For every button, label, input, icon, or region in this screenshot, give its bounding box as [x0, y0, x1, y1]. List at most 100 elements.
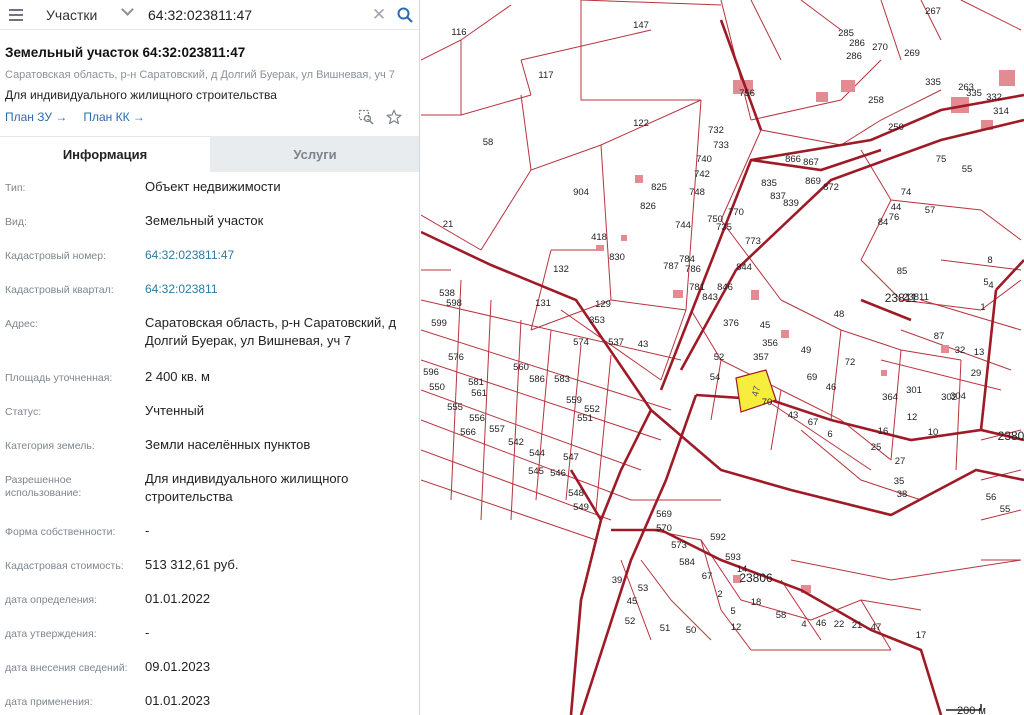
parcel-label: 10 [928, 427, 939, 438]
parcel-label: 84 [878, 217, 889, 228]
parcel-label: 270 [872, 42, 888, 53]
parcel-label: 732 [708, 125, 724, 136]
attribute-value: Учтенный [145, 403, 205, 418]
attribute-link[interactable]: 64:32:023811 [145, 280, 410, 298]
parcel-label: 843 [702, 292, 718, 303]
parcel-label: 557 [489, 424, 505, 435]
tab-information[interactable]: Информация [0, 136, 210, 172]
parcel-label: 773 [745, 236, 761, 247]
parcel-label: 55 [962, 164, 973, 175]
parcel-label: 16 [878, 426, 889, 437]
parcel-label: 122 [633, 118, 649, 129]
info-panel: Участки ✕ Земельный участок 64:32:023811… [0, 0, 420, 715]
layer-select[interactable]: Участки [32, 0, 134, 30]
parcel-label: 353 [589, 315, 605, 326]
attribute-label: Кадастровая стоимость: [5, 560, 124, 572]
scale-label: 200 м [957, 705, 986, 715]
parcel-label: 593 [725, 552, 741, 563]
zoom-to-icon[interactable] [357, 108, 375, 126]
parcel-label: 904 [573, 187, 589, 198]
attribute-value: 01.01.2023 [145, 693, 211, 708]
quarter-boundary [995, 259, 1024, 291]
parcel-label: 72 [845, 357, 856, 368]
parcel-label: 846 [717, 282, 733, 293]
parcel-boundary [860, 199, 892, 261]
parcel-label: 21 [852, 620, 863, 631]
parcel-label: 4 [988, 280, 993, 291]
parcel-label: 70 [762, 397, 773, 408]
attribute-value: 09.01.2023 [145, 659, 211, 674]
attribute-value: Земли населённых пунктов [145, 437, 311, 452]
parcel-label: 835 [761, 178, 777, 189]
parcel-label: 286 [846, 51, 862, 62]
parcel-label: 12 [731, 622, 742, 633]
parcel-label: 583 [554, 374, 570, 385]
menu-icon[interactable] [0, 0, 32, 30]
parcel-boundary [510, 319, 522, 521]
tab-services[interactable]: Услуги [210, 136, 419, 172]
parcel-label: 74 [901, 187, 912, 198]
parcel-label: 54 [710, 372, 721, 383]
parcel-label: 22 [834, 619, 845, 630]
parcel-label: 574 [573, 337, 589, 348]
parcel-boundary [890, 559, 1022, 581]
tabs: Информация Услуги [0, 136, 419, 172]
attribute-link[interactable]: 64:32:023811:47 [145, 246, 410, 264]
parcel-label: 45 [627, 596, 638, 607]
parcel-label: 21 [443, 219, 454, 230]
parcel-address: Саратовская область, р-н Саратовский, д … [5, 69, 395, 81]
parcel-label: 49 [801, 345, 812, 356]
parcel-label: 2 [717, 589, 722, 600]
parcel-boundary [595, 354, 612, 511]
parcel-label: 1 [980, 302, 985, 313]
parcel-label: 740 [696, 154, 712, 165]
plan-kk-link[interactable]: План КК → [83, 110, 145, 124]
parcel-label: 364 [882, 392, 898, 403]
parcel-label: 839 [783, 198, 799, 209]
parcel-label: 586 [529, 374, 545, 385]
parcel-label: 335 [966, 88, 982, 99]
parcel-label: 8 [987, 255, 992, 266]
quarter-boundary [569, 409, 653, 715]
parcel-label: 376 [723, 318, 739, 329]
parcel-boundary [450, 279, 462, 501]
parcel-label: 542 [508, 437, 524, 448]
search-icon[interactable] [390, 0, 419, 30]
parcel-label: 598 [446, 298, 462, 309]
cadastral-map[interactable]: 116 147 117 58 122 756 21 904 132 129 131 43 418 825 8… [421, 0, 1024, 715]
parcel-label: 132 [553, 264, 569, 275]
star-icon[interactable] [385, 108, 403, 126]
parcel-label: 786 [685, 264, 701, 275]
parcel-boundary [480, 299, 492, 521]
search-input[interactable] [132, 0, 368, 30]
attribute-label: дата определения: [5, 594, 98, 606]
parcel-label: 556 [469, 413, 485, 424]
building-footprint [999, 70, 1015, 86]
parcel-label: 57 [925, 205, 936, 216]
parcel-label: 301 [906, 385, 922, 396]
parcel-boundary [980, 209, 1022, 241]
layer-select-label: Участки [46, 6, 98, 23]
parcel-boundary [600, 99, 702, 146]
clear-icon[interactable]: ✕ [368, 0, 390, 30]
parcel-boundary [800, 0, 842, 31]
plan-zu-link[interactable]: План ЗУ → [5, 110, 67, 124]
parcel-label: 546 [550, 468, 566, 479]
attribute-value: - [145, 523, 150, 538]
parcel-label: 573 [671, 540, 687, 551]
parcel-boundary [860, 149, 982, 211]
map-canvas[interactable]: 1161471175812275621904132129131434188258… [421, 0, 1024, 715]
attribute-label: дата утверждения: [5, 628, 97, 640]
parcel-purpose: Для индивидуального жилищного строительс… [5, 88, 277, 102]
building-footprint [635, 175, 643, 183]
parcel-boundary [940, 259, 1022, 271]
parcel-label: 50 [686, 625, 697, 636]
parcel-label: 357 [753, 352, 769, 363]
parcel-label: 27 [895, 456, 906, 467]
parcel-label: 592 [710, 532, 726, 543]
parcel-boundary [520, 94, 532, 171]
attribute-label: Кадастровый номер: [5, 250, 107, 262]
parcel-boundary [530, 249, 552, 331]
parcel-boundary [460, 94, 532, 116]
parcel-label: 748 [689, 187, 705, 198]
